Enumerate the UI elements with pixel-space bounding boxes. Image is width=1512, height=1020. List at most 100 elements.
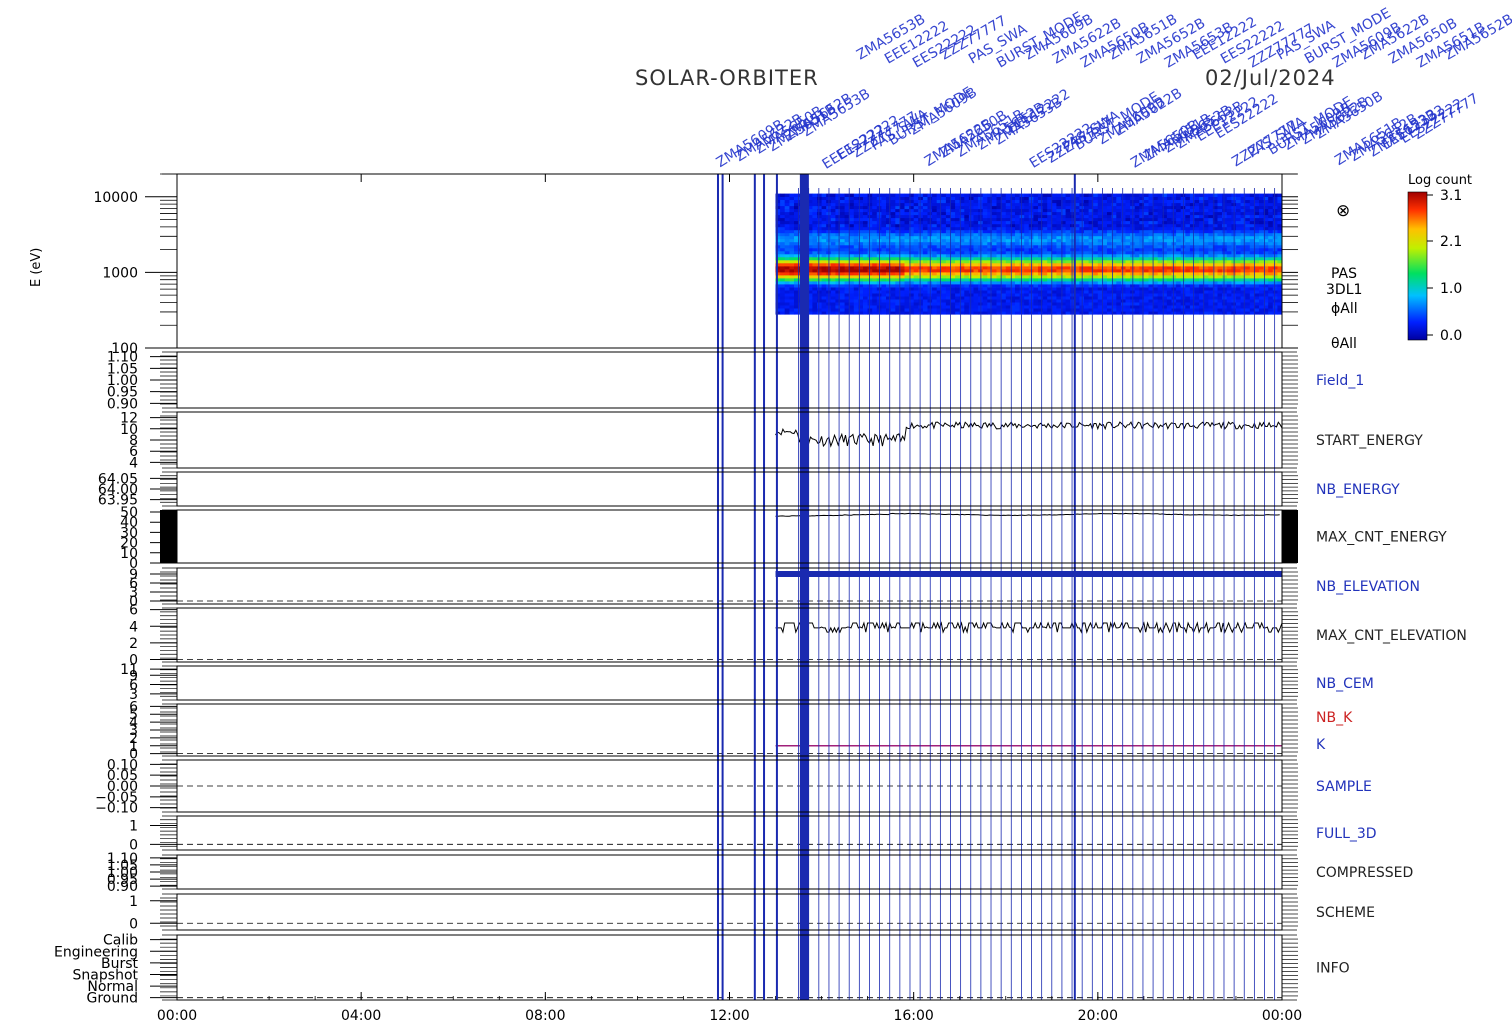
spectrogram-cell (991, 235, 997, 240)
spectrogram-cell (982, 211, 988, 216)
spectrogram-cell (1185, 281, 1191, 285)
spectrogram-cell (968, 202, 974, 207)
spectrogram-cell (1033, 196, 1039, 200)
spectrogram-cell (890, 217, 896, 222)
spectrogram-cell (1176, 305, 1182, 309)
spectrogram-cell (950, 256, 956, 261)
spectrogram-cell (932, 208, 938, 213)
spectrogram-cell (1015, 305, 1020, 309)
spectrogram-cell (899, 217, 905, 222)
spectrogram-cell (1143, 302, 1149, 306)
spectrogram-cell (991, 193, 997, 197)
spectrogram-cell (1134, 193, 1140, 197)
spectrogram-cell (1120, 272, 1126, 276)
spectrogram-cell (964, 220, 970, 225)
spectrogram-cell (899, 299, 905, 303)
spectrogram-cell (853, 293, 859, 297)
spectrogram-cell (1185, 238, 1191, 243)
spectrogram-cell (1166, 256, 1172, 261)
spectrogram-cell (936, 256, 942, 261)
spectrogram-cell (1056, 311, 1062, 315)
spectrogram-cell (872, 223, 878, 228)
spectrogram-cell (904, 220, 910, 225)
spectrogram-cell (1134, 287, 1140, 291)
spectrogram-cell (1056, 199, 1062, 204)
spectrogram-cell (1001, 253, 1007, 258)
spectrogram-cell (789, 220, 795, 225)
spectrogram-cell (1272, 278, 1278, 282)
spectrogram-cell (1143, 211, 1149, 216)
spectrogram-cell (918, 196, 924, 200)
spectrogram-cell (1001, 199, 1007, 204)
spectrogram-cell (991, 284, 997, 288)
spectrogram-cell (1226, 247, 1232, 252)
spectrogram-cell (835, 272, 841, 276)
spectrogram-cell (1056, 217, 1062, 222)
spectrogram-cell (1065, 296, 1071, 300)
spectrogram-cell (867, 269, 873, 273)
spectrogram-cell (1125, 217, 1131, 222)
spectrogram-cell (1065, 311, 1071, 315)
spectrogram-cell (968, 241, 974, 246)
panel-label: MAX_CNT_ENERGY (1316, 530, 1447, 546)
spectrogram-cell (964, 275, 970, 279)
spectrogram-cell (1024, 250, 1030, 255)
spectrogram-cell (941, 193, 947, 197)
spectrogram-cell (1226, 250, 1232, 255)
spectrogram-cell (830, 253, 836, 258)
spectrogram-cell (1268, 226, 1274, 231)
spectrogram-cell (1088, 196, 1094, 200)
spectrogram-cell (991, 256, 997, 261)
spectrogram-cell (918, 311, 924, 315)
spectrogram-cell (1088, 284, 1094, 288)
spectrogram-cell (955, 278, 961, 282)
spectrogram-cell (1157, 199, 1163, 204)
spectrogram-cell (867, 256, 873, 261)
spectrogram-cell (936, 199, 942, 204)
spectrogram-cell (1176, 244, 1182, 249)
spectrogram-cell (886, 250, 891, 255)
spectrogram-cell (1171, 217, 1177, 222)
spectrogram-cell (1203, 256, 1209, 261)
spectrogram-cell (1116, 299, 1122, 303)
spectrogram-cell (913, 202, 919, 207)
spectrogram-cell (835, 302, 841, 306)
spectrogram-cell (872, 266, 878, 270)
spectrogram-cell (817, 293, 822, 297)
spectrogram-cell (863, 272, 868, 276)
spectrogram-cell (863, 302, 868, 306)
spectrogram-cell (1259, 256, 1264, 261)
spectrogram-cell (1042, 275, 1048, 279)
spectrogram-cell (1107, 202, 1112, 207)
spectrogram-cell (821, 253, 827, 258)
spectrogram-cell (1102, 293, 1108, 297)
spectrogram-cell (1208, 193, 1214, 197)
spectrogram-cell (1166, 302, 1172, 306)
spectrogram-cell (1015, 214, 1020, 219)
panel-label: SCHEME (1316, 905, 1375, 921)
spectrogram-cell (1245, 296, 1251, 300)
spectrogram-cell (812, 272, 818, 276)
spectrogram-cell (1005, 226, 1011, 231)
spectrogram-cell (867, 290, 873, 294)
spectrogram-cell (1272, 305, 1278, 309)
spectrogram-cell (1226, 196, 1232, 200)
spectrogram-cell (1139, 214, 1145, 219)
spectrogram-cell (1189, 250, 1195, 255)
spectrogram-cell (973, 238, 979, 243)
spectrogram-cell (1189, 193, 1195, 197)
spectrogram-cell (1107, 293, 1112, 297)
spectrogram-cell (991, 308, 997, 312)
spectrogram-cell (932, 311, 938, 315)
spectrogram-cell (1093, 214, 1099, 219)
spectrogram-cell (890, 284, 896, 288)
spectrogram-cell (835, 220, 841, 225)
spectrogram-cell (1139, 250, 1145, 255)
spectrogram-cell (881, 275, 887, 279)
spectrogram-cell (950, 220, 956, 225)
spectrogram-cell (1236, 308, 1241, 312)
spectrogram-cell (936, 296, 942, 300)
spectrogram-cell (1107, 281, 1112, 285)
spectrogram-cell (950, 287, 956, 291)
spectrogram-cell (922, 259, 928, 264)
